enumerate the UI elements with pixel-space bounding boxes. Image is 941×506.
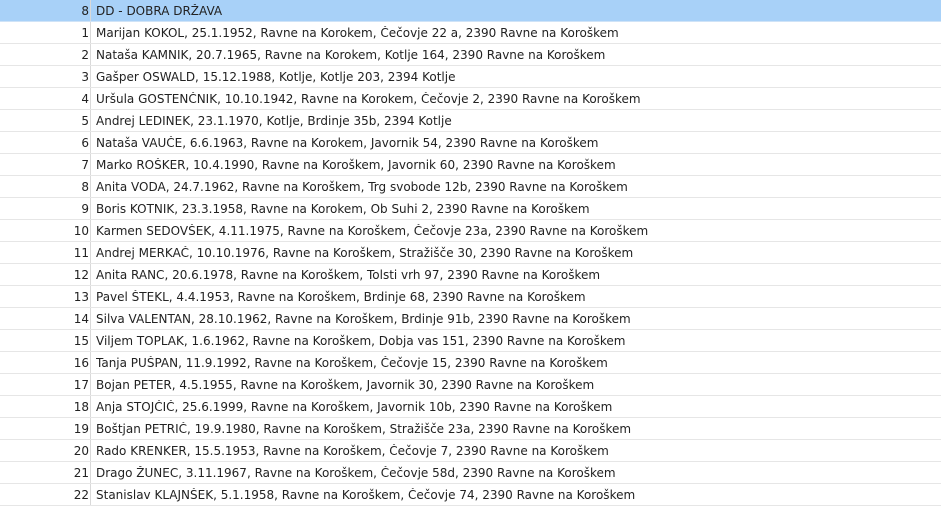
table-row[interactable]: 8 Anita VODA, 24.7.1962, Ravne na Koroške…	[0, 176, 941, 198]
row-number: 6	[81, 135, 89, 150]
row-number: 4	[81, 91, 89, 106]
candidate-text: Anita VODA, 24.7.1962, Ravne na Koroškem…	[96, 179, 628, 194]
candidate-text: Drago ŽUNEC, 3.11.1967, Ravne na Koroške…	[96, 465, 616, 480]
table-row[interactable]: 9 Boris KOTNIK, 23.3.1958, Ravne na Korok…	[0, 198, 941, 220]
table-row[interactable]: 7 Marko ROŠKER, 10.4.1990, Ravne na Koroš…	[0, 154, 941, 176]
table-row[interactable]: 12 Anita RANC, 20.6.1978, Ravne na Korošk…	[0, 264, 941, 286]
row-number: 11	[73, 245, 89, 260]
table-row[interactable]: 16 Tanja PUŠPAN, 11.9.1992, Ravne na Koro…	[0, 352, 941, 374]
column-divider	[90, 396, 91, 417]
column-divider	[90, 44, 91, 65]
column-divider	[90, 110, 91, 131]
column-divider	[90, 22, 91, 43]
candidate-text: Tanja PUŠPAN, 11.9.1992, Ravne na Korošk…	[96, 355, 608, 370]
row-number: 17	[73, 377, 89, 392]
column-divider	[90, 242, 91, 263]
row-number: 7	[81, 157, 89, 172]
candidate-text: Anita RANC, 20.6.1978, Ravne na Koroškem…	[96, 267, 601, 282]
row-number: 21	[73, 465, 89, 480]
row-number: 5	[81, 113, 89, 128]
row-number: 10	[73, 223, 89, 238]
candidate-text: Bojan PETER, 4.5.1955, Ravne na Koroškem…	[96, 377, 595, 392]
row-number: 8	[81, 179, 89, 194]
column-divider	[90, 198, 91, 219]
candidate-text: Uršula GOSTENČNIK, 10.10.1942, Ravne na …	[96, 91, 641, 106]
row-number: 2	[81, 47, 89, 62]
row-number: 3	[81, 69, 89, 84]
row-number: 16	[73, 355, 89, 370]
candidate-text: Gašper OSWALD, 15.12.1988, Kotlje, Kotlj…	[96, 69, 456, 84]
candidate-text: Viljem TOPLAK, 1.6.1962, Ravne na Korošk…	[96, 333, 626, 348]
row-number: 9	[81, 201, 89, 216]
column-divider	[90, 66, 91, 87]
column-divider	[90, 352, 91, 373]
column-divider	[90, 220, 91, 241]
candidate-text: Nataša VAUČE, 6.6.1963, Ravne na Korokem…	[96, 135, 599, 150]
column-divider	[90, 176, 91, 197]
column-divider	[90, 0, 91, 21]
table-row[interactable]: 20 Rado KRENKER, 15.5.1953, Ravne na Koro…	[0, 440, 941, 462]
row-number: 15	[73, 333, 89, 348]
column-divider	[90, 88, 91, 109]
candidate-text: Andrej LEDINEK, 23.1.1970, Kotlje, Brdin…	[96, 113, 452, 128]
candidate-text: Karmen SEDOVŠEK, 4.11.1975, Ravne na Kor…	[96, 223, 649, 238]
column-divider	[90, 440, 91, 461]
candidate-text: Anja STOJČIČ, 25.6.1999, Ravne na Korošk…	[96, 399, 613, 414]
column-divider	[90, 264, 91, 285]
candidate-text: Andrej MERKAČ, 10.10.1976, Ravne na Koro…	[96, 245, 634, 260]
row-number: 13	[73, 289, 89, 304]
row-number: 22	[73, 487, 89, 502]
candidate-text: Marijan KOKOL, 25.1.1952, Ravne na Korok…	[96, 25, 619, 40]
column-divider	[90, 132, 91, 153]
column-divider	[90, 154, 91, 175]
row-number: 14	[73, 311, 89, 326]
table-row[interactable]: 13 Pavel ŠTEKL, 4.4.1953, Ravne na Korošk…	[0, 286, 941, 308]
table-row[interactable]: 14 Silva VALENTAN, 28.10.1962, Ravne na K…	[0, 308, 941, 330]
candidate-text: Silva VALENTAN, 28.10.1962, Ravne na Kor…	[96, 311, 631, 326]
list-number: 8	[81, 3, 89, 18]
candidate-text: Marko ROŠKER, 10.4.1990, Ravne na Korošk…	[96, 157, 616, 172]
row-number: 12	[73, 267, 89, 282]
candidate-text: Boštjan PETRIČ, 19.9.1980, Ravne na Koro…	[96, 421, 632, 436]
candidate-text: Rado KRENKER, 15.5.1953, Ravne na Korošk…	[96, 443, 609, 458]
table-row[interactable]: 1 Marijan KOKOL, 25.1.1952, Ravne na Koro…	[0, 22, 941, 44]
candidate-list-table: 8 DD - DOBRA DRŽAVA 1 Marijan KOKOL, 25.1…	[0, 0, 941, 506]
column-divider	[90, 308, 91, 329]
list-title: DD - DOBRA DRŽAVA	[96, 3, 223, 18]
table-row[interactable]: 6 Nataša VAUČE, 6.6.1963, Ravne na Koroke…	[0, 132, 941, 154]
row-number: 1	[81, 25, 89, 40]
candidate-text: Pavel ŠTEKL, 4.4.1953, Ravne na Koroškem…	[96, 289, 586, 304]
table-row[interactable]: 11 Andrej MERKAČ, 10.10.1976, Ravne na Ko…	[0, 242, 941, 264]
row-number: 20	[73, 443, 89, 458]
candidate-text: Stanislav KLAJNŠEK, 5.1.1958, Ravne na K…	[96, 487, 636, 502]
table-row[interactable]: 22 Stanislav KLAJNŠEK, 5.1.1958, Ravne na…	[0, 484, 941, 506]
table-row[interactable]: 5 Andrej LEDINEK, 23.1.1970, Kotlje, Brdi…	[0, 110, 941, 132]
column-divider	[90, 418, 91, 439]
table-row[interactable]: 19 Boštjan PETRIČ, 19.9.1980, Ravne na Ko…	[0, 418, 941, 440]
candidate-text: Boris KOTNIK, 23.3.1958, Ravne na Koroke…	[96, 201, 590, 216]
column-divider	[90, 374, 91, 395]
table-row[interactable]: 18 Anja STOJČIČ, 25.6.1999, Ravne na Koro…	[0, 396, 941, 418]
column-divider	[90, 286, 91, 307]
table-row[interactable]: 10 Karmen SEDOVŠEK, 4.11.1975, Ravne na K…	[0, 220, 941, 242]
row-number: 18	[73, 399, 89, 414]
table-row[interactable]: 17 Bojan PETER, 4.5.1955, Ravne na Korošk…	[0, 374, 941, 396]
column-divider	[90, 330, 91, 351]
row-number: 19	[73, 421, 89, 436]
column-divider	[90, 462, 91, 483]
candidate-text: Nataša KAMNIK, 20.7.1965, Ravne na Korok…	[96, 47, 606, 62]
list-header-row[interactable]: 8 DD - DOBRA DRŽAVA	[0, 0, 941, 22]
table-row[interactable]: 21 Drago ŽUNEC, 3.11.1967, Ravne na Koroš…	[0, 462, 941, 484]
table-row[interactable]: 15 Viljem TOPLAK, 1.6.1962, Ravne na Koro…	[0, 330, 941, 352]
table-row[interactable]: 2 Nataša KAMNIK, 20.7.1965, Ravne na Koro…	[0, 44, 941, 66]
table-row[interactable]: 4 Uršula GOSTENČNIK, 10.10.1942, Ravne na…	[0, 88, 941, 110]
table-row[interactable]: 3 Gašper OSWALD, 15.12.1988, Kotlje, Kotl…	[0, 66, 941, 88]
